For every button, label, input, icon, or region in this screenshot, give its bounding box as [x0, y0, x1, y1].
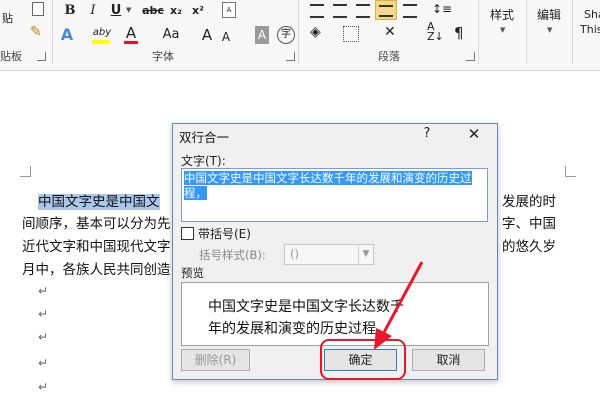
subscript-button[interactable]: x₂ — [168, 2, 184, 20]
bracket-checkbox[interactable] — [181, 227, 194, 240]
delete-button: 删除(R) — [181, 349, 250, 371]
clear-formatting-icon[interactable]: A — [222, 2, 236, 18]
separator — [52, 0, 53, 64]
paragraph-mark: ↵ — [38, 356, 49, 370]
show-marks-icon[interactable]: ¶ — [454, 24, 464, 42]
chinese-layout-icon[interactable]: ✕ — [384, 24, 396, 40]
justify-button[interactable] — [375, 0, 397, 20]
separator — [572, 0, 573, 64]
share-partial-1[interactable]: Sha — [584, 8, 600, 21]
shading-icon[interactable]: ◈ — [310, 24, 321, 40]
page-corner-left — [20, 166, 31, 177]
doc-line-1-highlighted[interactable]: 中国文字史是中国文 — [38, 190, 160, 210]
superscript-button[interactable]: x² — [190, 2, 206, 20]
doc-line-2-right[interactable]: 字、中国 — [502, 212, 556, 232]
underline-button[interactable]: U — [109, 2, 123, 20]
clipboard-launcher-icon[interactable] — [37, 52, 46, 61]
text-effects-button[interactable]: A — [58, 26, 76, 44]
bracket-checkbox-label[interactable]: 带括号(E) — [198, 225, 251, 242]
paragraph-mark: ↵ — [38, 307, 49, 321]
shrink-font-button[interactable]: A — [220, 28, 232, 46]
annotation-arrow-icon — [374, 261, 424, 350]
align-right-icon[interactable] — [356, 4, 370, 18]
paragraph-group-label: 段落 — [378, 50, 400, 63]
font-color-button[interactable]: A — [124, 24, 138, 42]
font-group-label: 字体 — [152, 50, 174, 63]
text-field-label: 文字(T): — [181, 154, 226, 168]
preview-label: 预览 — [181, 266, 204, 280]
align-left-icon[interactable] — [310, 4, 324, 18]
selected-text[interactable]: 中国文字史是中国文 — [38, 194, 160, 210]
editing-button[interactable]: 编辑 — [537, 6, 561, 23]
clipboard-group-label: 贴板 — [0, 50, 22, 63]
styles-button[interactable]: 样式 — [490, 6, 514, 23]
font-launcher-icon[interactable] — [286, 52, 295, 61]
doc-line-3-left[interactable]: 近代文字和中国现代文字 — [22, 235, 171, 255]
text-field-selection: 中国文字史是中国文字长达数千年的发展和演变的历史过程， — [184, 171, 472, 200]
close-icon[interactable]: ✕ — [464, 125, 484, 143]
separator — [526, 0, 527, 64]
strikethrough-button[interactable]: abc — [142, 2, 164, 20]
help-icon[interactable]: ? — [420, 126, 434, 141]
format-painter-icon[interactable]: ✎ — [30, 24, 42, 40]
paragraph-mark: ↵ — [38, 284, 49, 298]
line-spacing-icon[interactable]: ↕≡ — [432, 2, 452, 16]
doc-line-4-left[interactable]: 月中，各族人民共同创造 — [22, 258, 171, 278]
bracket-style-value: () — [290, 247, 299, 261]
copy-icon[interactable] — [32, 2, 44, 16]
text-field[interactable]: 中国文字史是中国文字长达数千年的发展和演变的历史过程， — [181, 168, 488, 222]
separator — [298, 0, 299, 64]
highlight-color-bar — [92, 40, 110, 44]
change-case-button[interactable]: Aa — [160, 26, 182, 44]
ribbon: 贴 ✎ 贴板 B I U ▼ abc x₂ x² A A aby A Aa A … — [0, 0, 600, 71]
distributed-align-icon[interactable] — [403, 4, 417, 18]
italic-button[interactable]: I — [87, 2, 99, 20]
separator — [478, 0, 479, 64]
dialog-title: 双行合一 — [179, 130, 230, 145]
paragraph-mark: ↵ — [38, 330, 49, 344]
borders-icon[interactable] — [343, 26, 359, 42]
font-color-bar — [124, 41, 138, 44]
underline-dropdown-icon[interactable]: ▼ — [126, 6, 131, 14]
character-shading-button[interactable]: A — [255, 26, 269, 44]
paste-partial[interactable]: 贴 — [2, 10, 13, 26]
doc-line-1-right[interactable]: 发展的时 — [502, 190, 556, 210]
page-corner-right — [565, 166, 576, 177]
paragraph-mark: ↵ — [38, 380, 49, 394]
sort-icon[interactable]: A Z↓ — [427, 21, 444, 42]
styles-dropdown-icon[interactable]: ▼ — [500, 26, 505, 34]
bracket-style-label: 括号样式(B): — [199, 248, 266, 262]
text-field-value[interactable]: 中国文字史是中国文字长达数千年的发展和演变的历史过程， — [184, 171, 479, 201]
share-partial-2[interactable]: This — [580, 23, 600, 36]
doc-line-3-right[interactable]: 的悠久岁 — [502, 235, 556, 255]
editing-dropdown-icon[interactable]: ▼ — [547, 26, 552, 34]
paragraph-launcher-icon[interactable] — [466, 52, 475, 61]
enclose-characters-button[interactable]: 字 — [277, 26, 295, 44]
grow-font-button[interactable]: A — [200, 26, 214, 44]
preview-box: 中国文字史是中国文字长达数千 年的发展和演变的历史过程， — [181, 282, 489, 346]
align-center-icon[interactable] — [333, 4, 347, 18]
bold-button[interactable]: B — [63, 2, 77, 20]
doc-line-2-left[interactable]: 间顺序，基本可以分为先 — [22, 212, 171, 232]
justify-icon — [379, 5, 393, 17]
